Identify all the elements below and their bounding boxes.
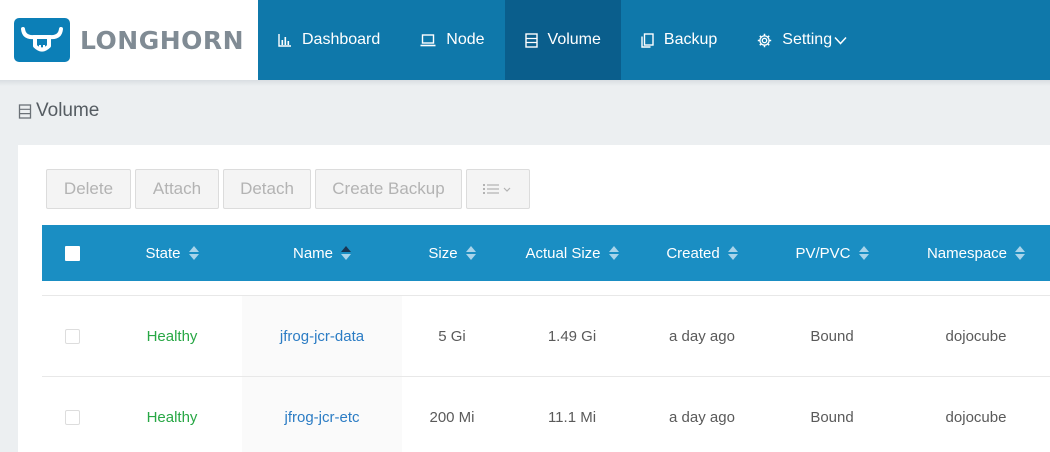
chevron-down-icon <box>834 36 847 45</box>
page-title: Volume <box>18 100 99 122</box>
laptop-icon <box>420 34 436 47</box>
column-header-name[interactable]: Name <box>242 225 402 281</box>
nav-setting-label: Setting <box>782 31 833 48</box>
sort-icon <box>608 246 619 260</box>
name-cell: jfrog-jcr-etc <box>242 377 402 452</box>
volume-name-link[interactable]: jfrog-jcr-etc <box>284 409 359 426</box>
top-header: LONGHORN Dashboard Node Volume Backup Se… <box>0 0 1050 80</box>
sort-ascending-icon <box>341 246 351 260</box>
column-header-pvpvc[interactable]: PV/PVC <box>762 225 902 281</box>
logo[interactable]: LONGHORN <box>0 0 258 80</box>
column-label-namespace: Namespace <box>926 244 1008 262</box>
main-nav: Dashboard Node Volume Backup Setting <box>258 0 1050 80</box>
row-select-cell <box>42 377 102 452</box>
delete-button[interactable]: Delete <box>46 169 131 209</box>
column-label-state: State <box>145 244 181 262</box>
volume-name-link[interactable]: jfrog-jcr-data <box>280 328 364 345</box>
size-cell: 5 Gi <box>438 327 466 345</box>
column-label-created: Created <box>666 244 720 262</box>
select-all-checkbox[interactable] <box>64 245 80 261</box>
pvpvc-cell: Bound <box>810 408 854 426</box>
sort-icon <box>858 246 869 260</box>
column-label-name: Name <box>292 244 333 262</box>
column-label-size: Size <box>428 244 458 262</box>
nav-dashboard-label: Dashboard <box>302 31 381 48</box>
created-cell: a day ago <box>669 408 735 426</box>
actual-size-cell: 1.49 Gi <box>547 327 597 345</box>
volume-icon <box>524 32 538 48</box>
table-header: State Name Size Actual Size Created PV/P… <box>42 225 1050 281</box>
size-cell: 200 Mi <box>429 408 475 426</box>
brand-name: LONGHORN <box>80 25 245 55</box>
toolbar: Delete Attach Detach Create Backup <box>46 169 530 209</box>
detach-button[interactable]: Detach <box>223 169 311 209</box>
column-header-size[interactable]: Size <box>402 225 502 281</box>
state-cell: Healthy <box>146 408 198 426</box>
attach-button[interactable]: Attach <box>135 169 219 209</box>
row-checkbox[interactable] <box>64 328 80 344</box>
sort-icon <box>1015 246 1026 260</box>
actual-size-cell: 11.1 Mi <box>547 408 597 426</box>
pvpvc-cell: Bound <box>810 327 854 345</box>
sort-icon <box>727 246 738 260</box>
page-title-text: Volume <box>36 100 100 121</box>
row-select-cell <box>42 296 102 376</box>
volume-icon <box>18 104 32 119</box>
bar-chart-icon <box>278 34 291 47</box>
nav-dashboard[interactable]: Dashboard <box>258 0 400 80</box>
namespace-cell: dojocube <box>945 408 1007 426</box>
create-backup-button[interactable]: Create Backup <box>315 169 462 209</box>
created-cell: a day ago <box>669 327 735 345</box>
volume-panel: Delete Attach Detach Create Backup State… <box>18 145 1050 452</box>
nav-setting[interactable]: Setting <box>737 0 877 80</box>
name-cell: jfrog-jcr-data <box>242 296 402 376</box>
state-cell: Healthy <box>146 327 198 345</box>
table-row: Healthy jfrog-jcr-etc 200 Mi 11.1 Mi a d… <box>42 376 1050 452</box>
row-checkbox[interactable] <box>64 409 80 425</box>
nav-node-label: Node <box>446 31 485 48</box>
namespace-cell: dojocube <box>945 327 1007 345</box>
nav-backup-label: Backup <box>663 31 718 48</box>
column-header-namespace[interactable]: Namespace <box>902 225 1050 281</box>
copy-icon <box>641 32 654 48</box>
nav-node[interactable]: Node <box>400 0 504 80</box>
column-label-actual-size: Actual Size <box>525 244 601 262</box>
sort-icon <box>188 246 199 260</box>
table-row: Healthy jfrog-jcr-data 5 Gi 1.49 Gi a da… <box>42 295 1050 376</box>
nav-volume-label: Volume <box>547 31 601 48</box>
nav-backup[interactable]: Backup <box>621 0 737 80</box>
bulk-actions-menu-button[interactable] <box>466 169 530 209</box>
header-shadow <box>0 80 1050 86</box>
column-label-pvpvc: PV/PVC <box>795 244 851 262</box>
list-icon <box>483 184 511 194</box>
nav-volume[interactable]: Volume <box>504 0 621 80</box>
gear-icon <box>758 33 772 47</box>
column-header-state[interactable]: State <box>102 225 242 281</box>
longhorn-logo-icon <box>14 18 70 62</box>
select-all-cell <box>42 225 102 281</box>
column-header-created[interactable]: Created <box>642 225 762 281</box>
column-header-actual-size[interactable]: Actual Size <box>502 225 642 281</box>
sort-icon <box>465 246 476 260</box>
